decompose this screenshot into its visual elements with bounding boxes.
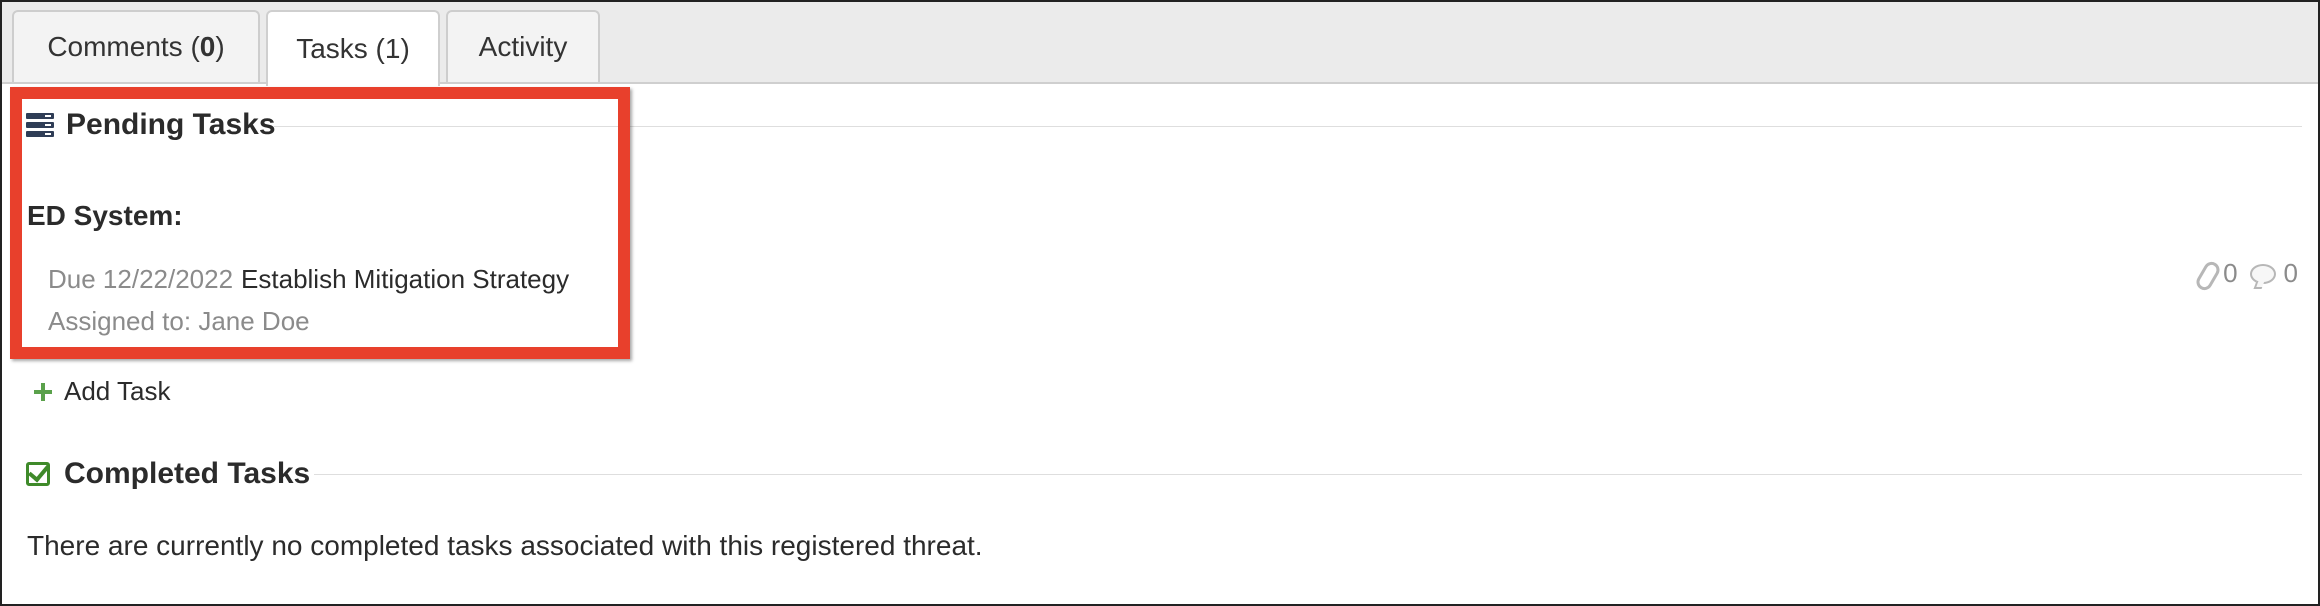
tab-bar: Comments (0) Tasks (1) Activity: [2, 2, 2318, 86]
task-item: Due 12/22/2022 Establish Mitigation Strat…: [48, 264, 569, 295]
tab-comments[interactable]: Comments (0): [12, 10, 260, 82]
comment-bubble-icon[interactable]: [2249, 263, 2276, 284]
completed-tasks-heading: Completed Tasks: [26, 457, 310, 491]
add-task-button[interactable]: Add Task: [34, 376, 170, 407]
task-due-date: Due 12/22/2022: [48, 264, 234, 294]
task-assignee: Assigned to: Jane Doe: [48, 306, 310, 336]
check-square-icon: [26, 462, 50, 486]
tab-tasks[interactable]: Tasks (1): [266, 10, 440, 86]
section-divider: [314, 474, 2302, 475]
tab-activity[interactable]: Activity: [446, 10, 600, 82]
paperclip-icon[interactable]: [2197, 259, 2215, 289]
task-name-link[interactable]: Establish Mitigation Strategy: [241, 264, 569, 294]
plus-icon: [34, 382, 52, 401]
tasks-list-icon: [26, 113, 54, 137]
comment-count: 0: [2283, 258, 2298, 288]
attachment-count: 0: [2223, 258, 2238, 288]
task-counts: 0 0: [2197, 258, 2298, 289]
section-divider: [274, 126, 2302, 127]
task-group-title: ED System:: [27, 200, 183, 231]
pending-tasks-heading: Pending Tasks: [26, 108, 276, 142]
empty-completed-message: There are currently no completed tasks a…: [27, 530, 983, 561]
tasks-panel: Comments (0) Tasks (1) Activity Pending …: [0, 0, 2320, 606]
